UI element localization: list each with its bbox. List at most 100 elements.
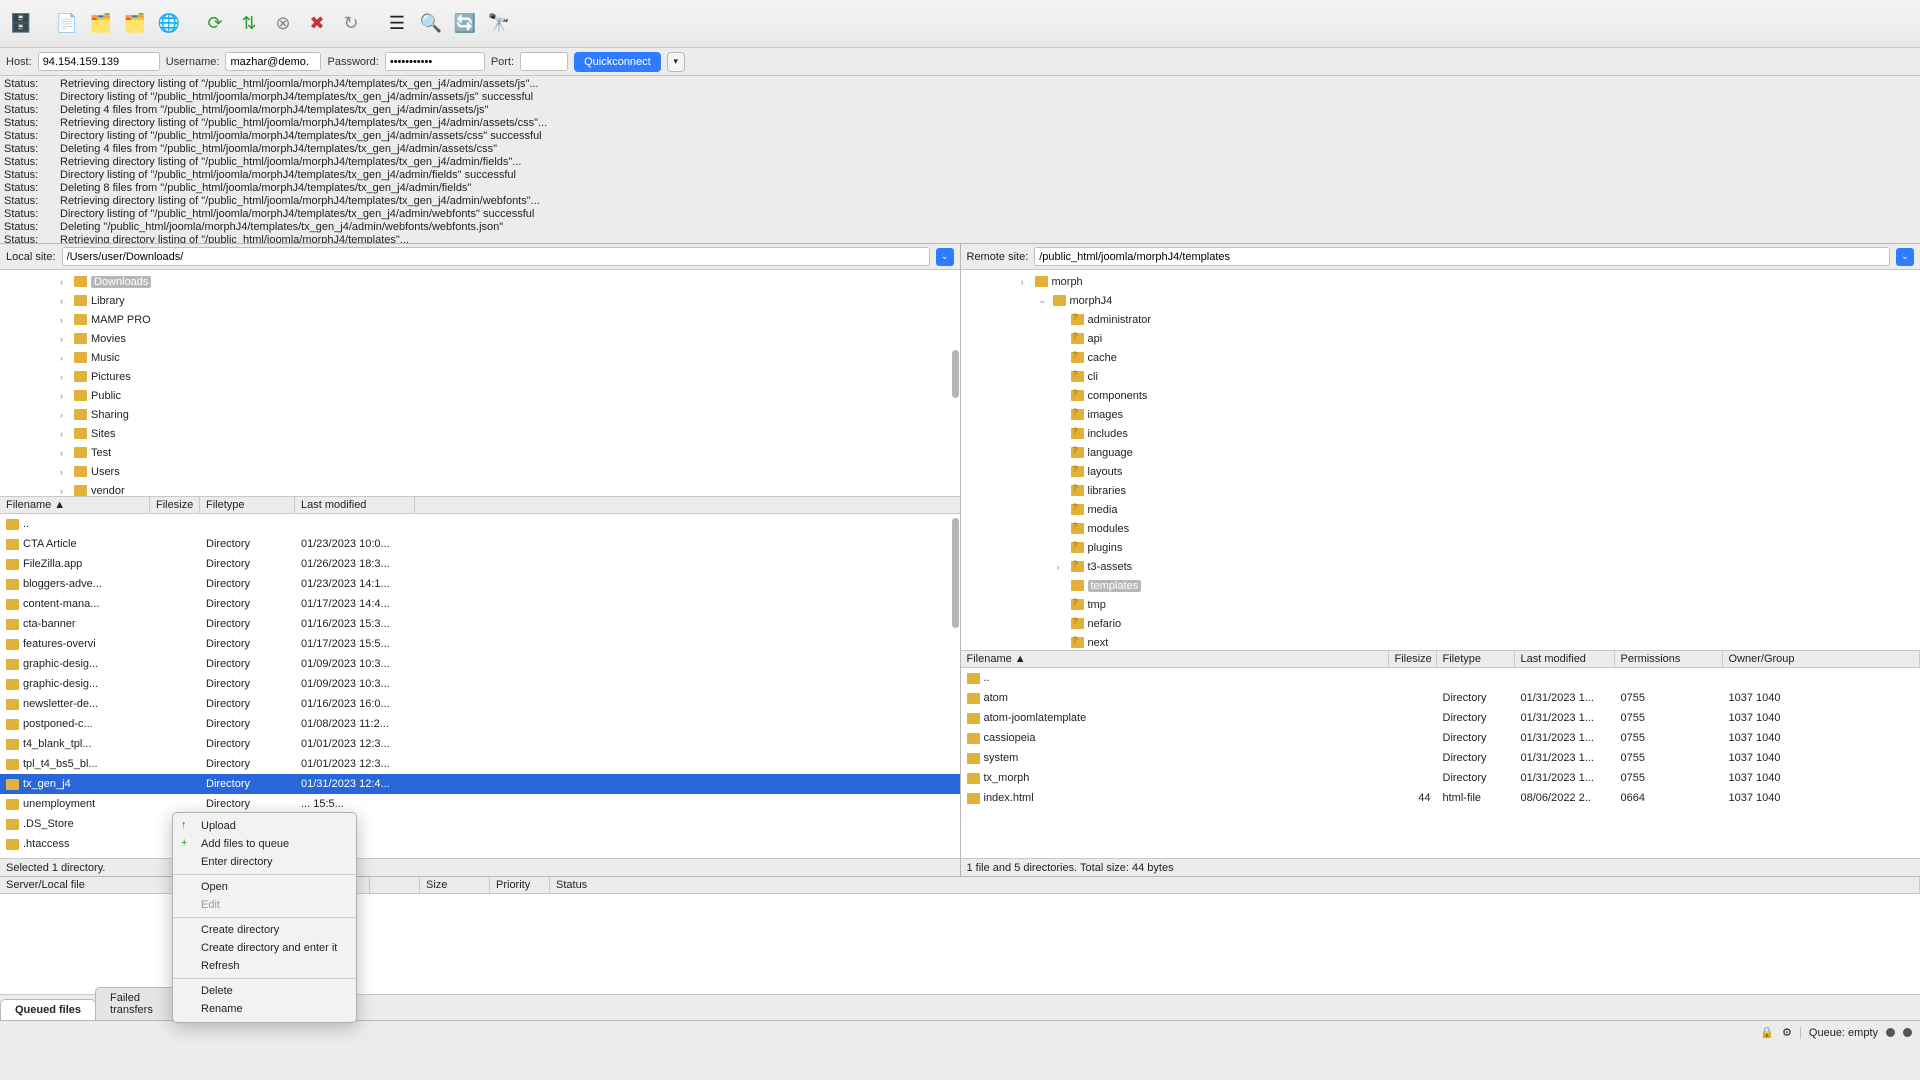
username-input[interactable] — [225, 52, 321, 71]
tree-item[interactable]: includes — [961, 424, 1920, 443]
filter-icon[interactable]: ☰ — [382, 9, 412, 39]
tree-item[interactable]: ›Movies — [0, 329, 960, 348]
file-row[interactable]: features-overviDirectory01/17/2023 15:5.… — [0, 634, 960, 654]
refresh-icon[interactable]: ⟳ — [200, 9, 230, 39]
file-row[interactable]: CTA ArticleDirectory01/23/2023 10:0... — [0, 534, 960, 554]
lock-icon[interactable]: 🔒 — [1760, 1026, 1774, 1039]
tree-item[interactable]: ›Test — [0, 443, 960, 462]
file-row[interactable]: .localized... 18:0... — [0, 854, 960, 858]
ctx-create-dir-enter[interactable]: Create directory and enter it — [173, 939, 356, 957]
tree-item[interactable]: ›MAMP PRO — [0, 310, 960, 329]
file-row[interactable]: cta-bannerDirectory01/16/2023 15:3... — [0, 614, 960, 634]
file-row[interactable]: newsletter-de...Directory01/16/2023 16:0… — [0, 694, 960, 714]
file-row[interactable]: postponed-c...Directory01/08/2023 11:2..… — [0, 714, 960, 734]
tree-item[interactable]: layouts — [961, 462, 1920, 481]
col-status[interactable]: Status — [550, 877, 1920, 893]
tree-item[interactable]: administrator — [961, 310, 1920, 329]
ctx-upload[interactable]: ↑Upload — [173, 817, 356, 835]
tree-item[interactable]: libraries — [961, 481, 1920, 500]
file-row[interactable]: unemploymentDirectory... 15:5... — [0, 794, 960, 814]
tree-item[interactable]: ⌄morphJ4 — [961, 291, 1920, 310]
remote-path-dropdown[interactable]: ⌄ — [1896, 248, 1914, 266]
tree-item[interactable]: nefario — [961, 614, 1920, 633]
file-row[interactable]: bloggers-adve...Directory01/23/2023 14:1… — [0, 574, 960, 594]
file-row[interactable]: .. — [961, 668, 1920, 688]
remote-tree[interactable]: ›morph⌄morphJ4administratorapicacheclico… — [961, 270, 1920, 650]
file-row[interactable]: content-mana...Directory01/17/2023 14:4.… — [0, 594, 960, 614]
toggle-queue-icon[interactable]: 🌐 — [154, 9, 184, 39]
file-row[interactable]: index.html44html-file08/06/2022 2..06641… — [961, 788, 1920, 808]
password-input[interactable] — [385, 52, 485, 71]
tree-item[interactable]: ›Downloads — [0, 272, 960, 291]
remote-file-list[interactable]: ..atomDirectory01/31/2023 1...07551037 1… — [961, 668, 1920, 858]
tree-item[interactable]: ›Public — [0, 386, 960, 405]
binoculars-icon[interactable]: 🔭 — [484, 9, 514, 39]
toggle-remote-tree-icon[interactable]: 🗂️ — [120, 9, 150, 39]
ctx-open[interactable]: Open — [173, 878, 356, 896]
toggle-local-tree-icon[interactable]: 🗂️ — [86, 9, 116, 39]
tree-item[interactable]: ›Pictures — [0, 367, 960, 386]
tree-item[interactable]: next — [961, 633, 1920, 650]
tree-item[interactable]: images — [961, 405, 1920, 424]
disconnect-icon[interactable]: ✖ — [302, 9, 332, 39]
tree-item[interactable]: templates — [961, 576, 1920, 595]
col-priority[interactable]: Priority — [490, 877, 550, 893]
file-row[interactable]: graphic-desig...Directory01/09/2023 10:3… — [0, 654, 960, 674]
tree-item[interactable]: ›morph — [961, 272, 1920, 291]
tree-item[interactable]: ›vendor — [0, 481, 960, 496]
file-row[interactable]: graphic-desig...Directory01/09/2023 10:3… — [0, 674, 960, 694]
tree-item[interactable]: ›Users — [0, 462, 960, 481]
ctx-refresh[interactable]: Refresh — [173, 957, 356, 975]
remote-path-input[interactable] — [1034, 247, 1890, 266]
reconnect-icon[interactable]: ↻ — [336, 9, 366, 39]
file-row[interactable]: .. — [0, 514, 960, 534]
file-row[interactable]: tx_morphDirectory01/31/2023 1...07551037… — [961, 768, 1920, 788]
col-filesize[interactable]: Filesize — [150, 497, 200, 513]
tree-item[interactable]: ›t3-assets — [961, 557, 1920, 576]
file-row[interactable]: atom-joomlatemplateDirectory01/31/2023 1… — [961, 708, 1920, 728]
ctx-rename[interactable]: Rename — [173, 1000, 356, 1018]
tree-item[interactable]: ›Sharing — [0, 405, 960, 424]
file-row[interactable]: tpl_t4_bs5_bl...Directory01/01/2023 12:3… — [0, 754, 960, 774]
local-path-input[interactable] — [62, 247, 930, 266]
file-row[interactable]: atomDirectory01/31/2023 1...07551037 104… — [961, 688, 1920, 708]
site-manager-icon[interactable]: 🗄️ — [6, 9, 36, 39]
ctx-add-queue[interactable]: +Add files to queue — [173, 835, 356, 853]
tree-item[interactable]: modules — [961, 519, 1920, 538]
col-filename[interactable]: Filename ▲ — [0, 497, 150, 513]
col-permissions[interactable]: Permissions — [1615, 651, 1723, 667]
quickconnect-button[interactable]: Quickconnect — [574, 52, 661, 72]
tree-item[interactable]: ›Music — [0, 348, 960, 367]
file-row[interactable]: .DS_Store6,...... 14:1... — [0, 814, 960, 834]
tab-queued[interactable]: Queued files — [0, 999, 96, 1020]
col-modified[interactable]: Last modified — [295, 497, 415, 513]
compare-icon[interactable]: 🔄 — [450, 9, 480, 39]
col-filename[interactable]: Filename ▲ — [961, 651, 1389, 667]
host-input[interactable] — [38, 52, 160, 71]
local-file-list[interactable]: ..CTA ArticleDirectory01/23/2023 10:0...… — [0, 514, 960, 858]
scrollbar-thumb[interactable] — [952, 518, 959, 628]
message-log[interactable]: Status:Retrieving directory listing of "… — [0, 76, 1920, 244]
file-row[interactable]: tx_gen_j4Directory01/31/2023 12:4... — [0, 774, 960, 794]
process-queue-icon[interactable]: ⇅ — [234, 9, 264, 39]
tree-item[interactable]: components — [961, 386, 1920, 405]
col-owner[interactable]: Owner/Group — [1723, 651, 1920, 667]
tree-item[interactable]: cli — [961, 367, 1920, 386]
col-filetype[interactable]: Filetype — [1437, 651, 1515, 667]
port-input[interactable] — [520, 52, 568, 71]
ctx-delete[interactable]: Delete — [173, 982, 356, 1000]
tree-item[interactable]: ›Library — [0, 291, 960, 310]
col-filetype[interactable]: Filetype — [200, 497, 295, 513]
file-row[interactable]: FileZilla.appDirectory01/26/2023 18:3... — [0, 554, 960, 574]
col-filesize[interactable]: Filesize — [1389, 651, 1437, 667]
tree-item[interactable]: api — [961, 329, 1920, 348]
ctx-create-dir[interactable]: Create directory — [173, 921, 356, 939]
file-row[interactable]: systemDirectory01/31/2023 1...07551037 1… — [961, 748, 1920, 768]
local-tree[interactable]: ›Downloads›Library›MAMP PRO›Movies›Music… — [0, 270, 960, 496]
tree-item[interactable]: tmp — [961, 595, 1920, 614]
file-row[interactable]: t4_blank_tpl...Directory01/01/2023 12:3.… — [0, 734, 960, 754]
toggle-log-icon[interactable]: 📄 — [52, 9, 82, 39]
col-modified[interactable]: Last modified — [1515, 651, 1615, 667]
file-row[interactable]: .htaccess... 11:4... — [0, 834, 960, 854]
scrollbar-thumb[interactable] — [952, 350, 959, 398]
